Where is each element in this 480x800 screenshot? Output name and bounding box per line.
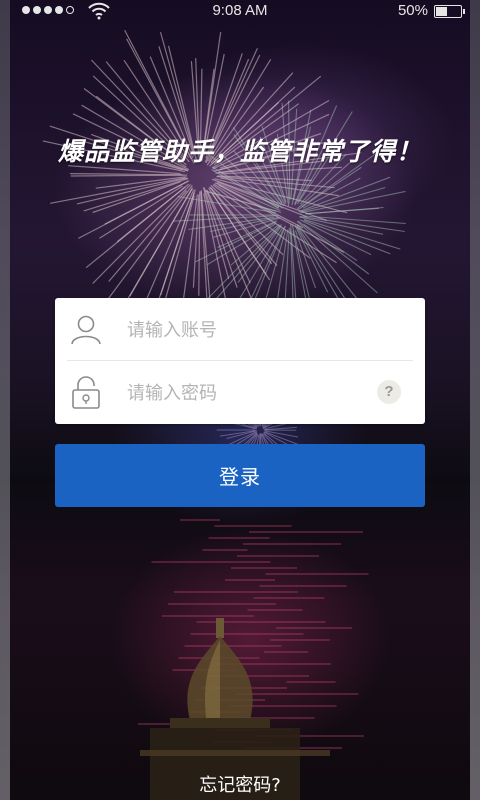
account-field-row (55, 298, 425, 360)
account-input[interactable] (125, 312, 369, 348)
lock-icon (72, 376, 100, 409)
password-field-row: ? (55, 361, 425, 423)
battery-percentage: 50% (397, 2, 428, 19)
login-form: ? (55, 298, 425, 424)
battery-icon (434, 5, 465, 18)
battery-level-fill (436, 7, 447, 16)
login-screen: 9:08 AM 50% 爆品监管助手，监管非常了得！ ? (0, 0, 480, 800)
forgot-password-link[interactable]: 忘记密码? (0, 771, 480, 797)
status-bar: 9:08 AM 50% (0, 0, 480, 24)
app-slogan: 爆品监管助手，监管非常了得！ (57, 137, 422, 166)
user-icon (71, 315, 101, 345)
tower-silhouette-image (140, 618, 330, 800)
password-input[interactable] (125, 375, 369, 411)
password-help-icon[interactable]: ? (377, 380, 401, 404)
login-button[interactable]: 登录 (55, 444, 425, 507)
